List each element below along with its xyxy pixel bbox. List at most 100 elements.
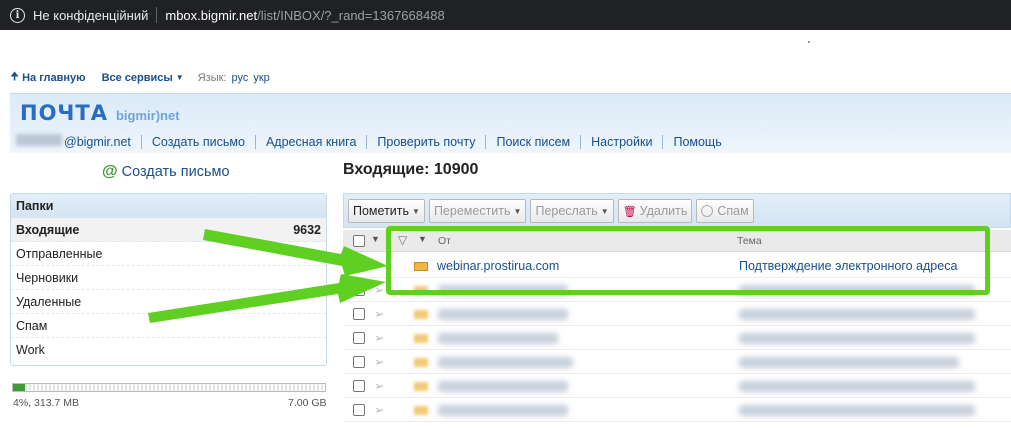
table-row[interactable]: ➢ [343,398,1011,422]
top-navigation: 🠉 На главную Все сервисы ▼ Язык: рус укр [10,68,270,87]
delete-button[interactable]: 🗑 Удалить [617,199,693,223]
folder-count: 9632 [293,223,321,237]
storage-used: 4%, 313.7 MB [13,397,79,409]
envelope-icon [414,310,428,319]
delete-label: Удалить [639,204,688,218]
chevron-down-icon: ▼ [513,206,522,216]
mark-button[interactable]: Пометить ▼ [348,199,425,223]
folder-inbox[interactable]: Входящие 9632 [11,218,326,242]
menu-help[interactable]: Помощь [662,134,731,149]
envelope-icon [414,406,428,415]
menu-address-book[interactable]: Адресная книга [254,134,366,149]
message-toolbar: Пометить ▼ Переместить ▼ Переслать ▼ 🗑 Удали… [343,193,1011,228]
row-checkbox[interactable] [353,332,365,344]
row-checkbox[interactable] [353,308,365,320]
mark-label: Пометить [353,204,410,218]
row-checkbox[interactable] [353,260,365,272]
blurred-sender [438,381,568,392]
header-menu: @bigmir.net Создать письмо Адресная книг… [16,134,732,149]
language-label: Язык: [197,71,227,84]
logo-main: ПОЧТА [20,101,108,125]
page-top-margin [0,30,1011,63]
compose-link[interactable]: @ Создать письмо [102,163,230,181]
user-account[interactable]: @bigmir.net [16,134,141,149]
row-checkbox[interactable] [353,380,365,392]
highlight-box [386,226,990,295]
folder-work[interactable]: Work [11,338,326,362]
table-row[interactable]: ➢ [343,302,1011,326]
folders-panel: Папки Входящие 9632 Отправленные Чернови… [10,193,327,366]
url-path: /list/INBOX/?_rand=1367668488 [257,7,445,23]
info-icon[interactable]: i [10,7,25,23]
flag-icon[interactable]: ➢ [374,331,384,345]
menu-compose[interactable]: Создать письмо [140,134,255,149]
table-row[interactable]: ➢ [343,350,1011,374]
row-checkbox[interactable] [353,284,365,296]
pochta-logo[interactable]: ПОЧТА bigmir)net [20,101,180,125]
no-entry-icon [701,205,714,217]
envelope-icon [414,358,428,367]
arrow-up-icon: 🠉 [10,71,20,83]
blurred-subject [739,309,975,320]
at-icon: @ [102,163,118,180]
blurred-subject [739,357,959,368]
chevron-down-icon: ▼ [600,206,609,216]
forward-label: Переслать [535,204,598,218]
browser-address-bar[interactable]: i Не конфіденційний mbox.bigmir.net /lis… [0,0,1011,30]
flag-icon[interactable]: ➢ [374,379,384,393]
home-link[interactable]: На главную [22,72,85,84]
mail-header: ПОЧТА bigmir)net @bigmir.net Создать пис… [10,93,1011,153]
select-all-checkbox[interactable] [353,235,365,247]
blurred-subject [739,405,975,416]
page-title: Входящие: 10900 [343,161,479,178]
chevron-down-icon[interactable]: ▼ [176,73,184,82]
blurred-subject [739,333,975,344]
flag-icon[interactable]: ➢ [374,283,384,297]
folder-spam[interactable]: Спам [11,314,326,338]
table-row[interactable]: ➢ [343,326,1011,350]
menu-search[interactable]: Поиск писем [485,134,580,149]
menu-check-mail[interactable]: Проверить почту [366,134,485,149]
folder-name: Отправленные [16,247,103,261]
flag-icon[interactable]: ➢ [374,403,384,417]
storage-bar [12,383,326,392]
folder-name: Черновики [16,271,79,285]
folder-name: Work [16,343,45,357]
row-checkbox[interactable] [353,356,365,368]
trash-icon: 🗑 [622,205,637,218]
spam-label: Спам [717,204,749,218]
move-button[interactable]: Переместить ▼ [428,199,527,223]
folder-name: Спам [16,319,48,333]
folder-name: Входящие [16,223,80,237]
flag-icon[interactable]: ➢ [374,355,384,369]
folder-sent[interactable]: Отправленные [11,242,326,266]
language-ru-link[interactable]: рус [231,72,248,84]
move-label: Переместить [433,204,511,218]
language-ua-link[interactable]: укр [253,72,269,84]
row-checkbox[interactable] [353,404,365,416]
menu-settings[interactable]: Настройки [580,134,662,149]
envelope-icon [414,382,428,391]
folder-deleted[interactable]: Удаленные [11,290,326,314]
folder-drafts[interactable]: Черновики [11,266,326,290]
user-email-suffix: @bigmir.net [64,135,131,149]
folder-name: Удаленные [16,295,82,309]
table-row[interactable]: ➢ [343,374,1011,398]
blurred-sender [438,309,568,320]
logo-sub: bigmir)net [115,108,180,123]
security-label: Не конфіденційний [33,7,149,23]
services-link[interactable]: Все сервисы [102,72,173,84]
url-host: mbox.bigmir.net [165,7,258,23]
blurred-sender [438,357,573,368]
storage-fill [13,384,26,391]
address-divider [156,7,158,23]
flag-icon[interactable]: ➢ [374,307,384,321]
forward-button[interactable]: Переслать ▼ [530,199,614,223]
flag-icon[interactable]: ➢ [374,259,384,273]
folders-title: Папки [11,194,326,218]
blurred-sender [438,333,558,344]
spam-button[interactable]: Спам [696,199,754,223]
chevron-down-icon[interactable]: ▼ [371,234,380,244]
storage-total: 7.00 GB [288,397,327,409]
blurred-sender [438,405,568,416]
